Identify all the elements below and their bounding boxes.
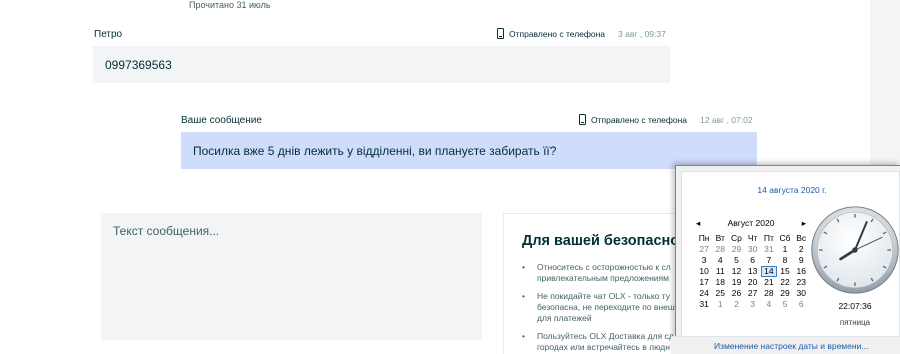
phone-icon	[579, 114, 586, 125]
weekday-label: Сб	[779, 233, 791, 243]
message-sender: Ваше сообщение	[181, 115, 262, 126]
calendar-panel: 14 августа 2020 г. ◂ Август 2020 ▸ Пн Вт С…	[681, 171, 900, 354]
weekday-label: Вс	[796, 233, 807, 243]
calendar-day[interactable]: 17	[696, 277, 712, 288]
calendar-day[interactable]: 6	[745, 255, 761, 266]
calendar-day[interactable]: 28	[761, 288, 777, 299]
month-title[interactable]: Август 2020	[696, 218, 806, 228]
calendar-footer: Изменение настроек даты и времени...	[671, 336, 900, 354]
calendar-day[interactable]: 16	[793, 266, 809, 277]
change-datetime-settings-link[interactable]: Изменение настроек даты и времени...	[714, 341, 868, 351]
weekday-header: Пн Вт Ср Чт Пт Сб Вс	[696, 233, 809, 244]
clock-calendar-popup: 14 августа 2020 г. ◂ Август 2020 ▸ Пн Вт С…	[671, 165, 900, 354]
calendar-day[interactable]: 31	[761, 244, 777, 255]
calendar-day[interactable]: 6	[793, 299, 809, 310]
calendar-day[interactable]: 22	[777, 277, 793, 288]
calendar-day[interactable]: 25	[712, 288, 728, 299]
safety-panel: Для вашей безопасности Относитесь с осто…	[503, 213, 678, 354]
weekday-label: Чт	[747, 233, 758, 243]
safety-title: Для вашей безопасности	[522, 233, 678, 249]
calendar-day[interactable]: 5	[777, 299, 793, 310]
message-meta: Отправлено с телефона 3 авг , 09:37	[497, 28, 666, 39]
weekday-label: Пн	[698, 233, 710, 243]
calendar-day[interactable]: 21	[761, 277, 777, 288]
calendar-day[interactable]: 8	[777, 255, 793, 266]
clock-day: пятница	[839, 318, 871, 327]
message-sender: Петро	[94, 29, 123, 40]
calendar-day[interactable]: 1	[777, 244, 793, 255]
calendar-day[interactable]: 29	[728, 244, 744, 255]
calendar-day[interactable]: 10	[696, 266, 712, 277]
message-meta: Отправлено с телефона 12 авг , 07:02	[579, 114, 753, 125]
calendar-grid: Пн Вт Ср Чт Пт Сб Вс 27 28 29 30 31 1 2 3 4 5 6 7 8 9 10 11 12 1…	[696, 233, 809, 310]
device-label: Отправлено с телефона	[591, 114, 688, 125]
calendar-day[interactable]: 1	[712, 299, 728, 310]
calendar-week: 31 1 2 3 4 5 6	[696, 299, 809, 310]
device-label: Отправлено с телефона	[509, 28, 606, 39]
calendar-day[interactable]: 20	[745, 277, 761, 288]
calendar-day[interactable]: 27	[696, 244, 712, 255]
calendar-day[interactable]: 28	[712, 244, 728, 255]
calendar-day[interactable]: 31	[696, 299, 712, 310]
calendar-day[interactable]: 7	[761, 255, 777, 266]
weekday-label: Пт	[763, 233, 774, 243]
calendar-day[interactable]: 19	[728, 277, 744, 288]
next-month-icon[interactable]: ▸	[802, 218, 806, 229]
current-date-link[interactable]: 14 августа 2020 г.	[682, 185, 900, 195]
calendar-day[interactable]: 26	[728, 288, 744, 299]
calendar-day[interactable]: 27	[745, 288, 761, 299]
message-input[interactable]	[101, 213, 482, 340]
calendar-day[interactable]: 9	[793, 255, 809, 266]
safety-tip: Относитесь с осторожностью к сл привлека…	[522, 262, 678, 284]
calendar-day[interactable]: 3	[696, 255, 712, 266]
calendar-day[interactable]: 3	[745, 299, 761, 310]
calendar-week: 10 11 12 13 14 15 16	[696, 266, 809, 277]
calendar-day[interactable]: 23	[793, 277, 809, 288]
safety-tip: Пользуйтесь OLX Доставка для сд городах …	[522, 331, 678, 353]
calendar-week: 27 28 29 30 31 1 2	[696, 244, 809, 255]
calendar-day[interactable]: 24	[696, 288, 712, 299]
message-text: 0997369563	[105, 57, 172, 72]
phone-icon	[497, 28, 504, 39]
calendar-day[interactable]: 13	[745, 266, 761, 277]
calendar-week: 3456789	[696, 255, 809, 266]
clock-time: 22:07:36	[838, 301, 872, 311]
safety-tips: Относитесь с осторожностью к сл привлека…	[522, 262, 678, 354]
weekday-label: Вт	[715, 233, 725, 243]
calendar-day[interactable]: 30	[793, 288, 809, 299]
message-bubble: 0997369563	[93, 46, 670, 83]
calendar-day[interactable]: 12	[728, 266, 744, 277]
message-date: 3 авг , 09:37	[618, 28, 666, 39]
calendar-day[interactable]: 30	[745, 244, 761, 255]
calendar-week: 24 25 26 27 28 29 30	[696, 288, 809, 299]
calendar-day[interactable]: 29	[777, 288, 793, 299]
message-composer	[101, 213, 482, 340]
calendar-day[interactable]: 11	[712, 266, 728, 277]
calendar-day[interactable]: 18	[712, 277, 728, 288]
calendar-day[interactable]: 15	[777, 266, 793, 277]
message-date: 12 авг , 07:02	[700, 114, 753, 125]
calendar-day[interactable]: 4	[712, 255, 728, 266]
calendar-day[interactable]: 5	[728, 255, 744, 266]
weekday-label: Ср	[731, 233, 742, 243]
message-text: Посилка вже 5 днів лежить у відділенні, …	[193, 143, 557, 158]
safety-tip: Не покидайте чат OLX - только ту безопас…	[522, 291, 678, 324]
read-status: Прочитано 31 июль	[189, 0, 271, 10]
message-bubble: Посилка вже 5 днів лежить у відділенні, …	[181, 132, 757, 169]
calendar-day-today[interactable]: 14	[760, 266, 777, 277]
analog-clock-icon	[811, 206, 899, 294]
calendar-nav: ◂ Август 2020 ▸	[696, 218, 806, 230]
calendar-week: 17 18 19 20 21 22 23	[696, 277, 809, 288]
calendar-day[interactable]: 2	[728, 299, 744, 310]
calendar-day[interactable]: 2	[793, 244, 809, 255]
calendar-day[interactable]: 4	[761, 299, 777, 310]
